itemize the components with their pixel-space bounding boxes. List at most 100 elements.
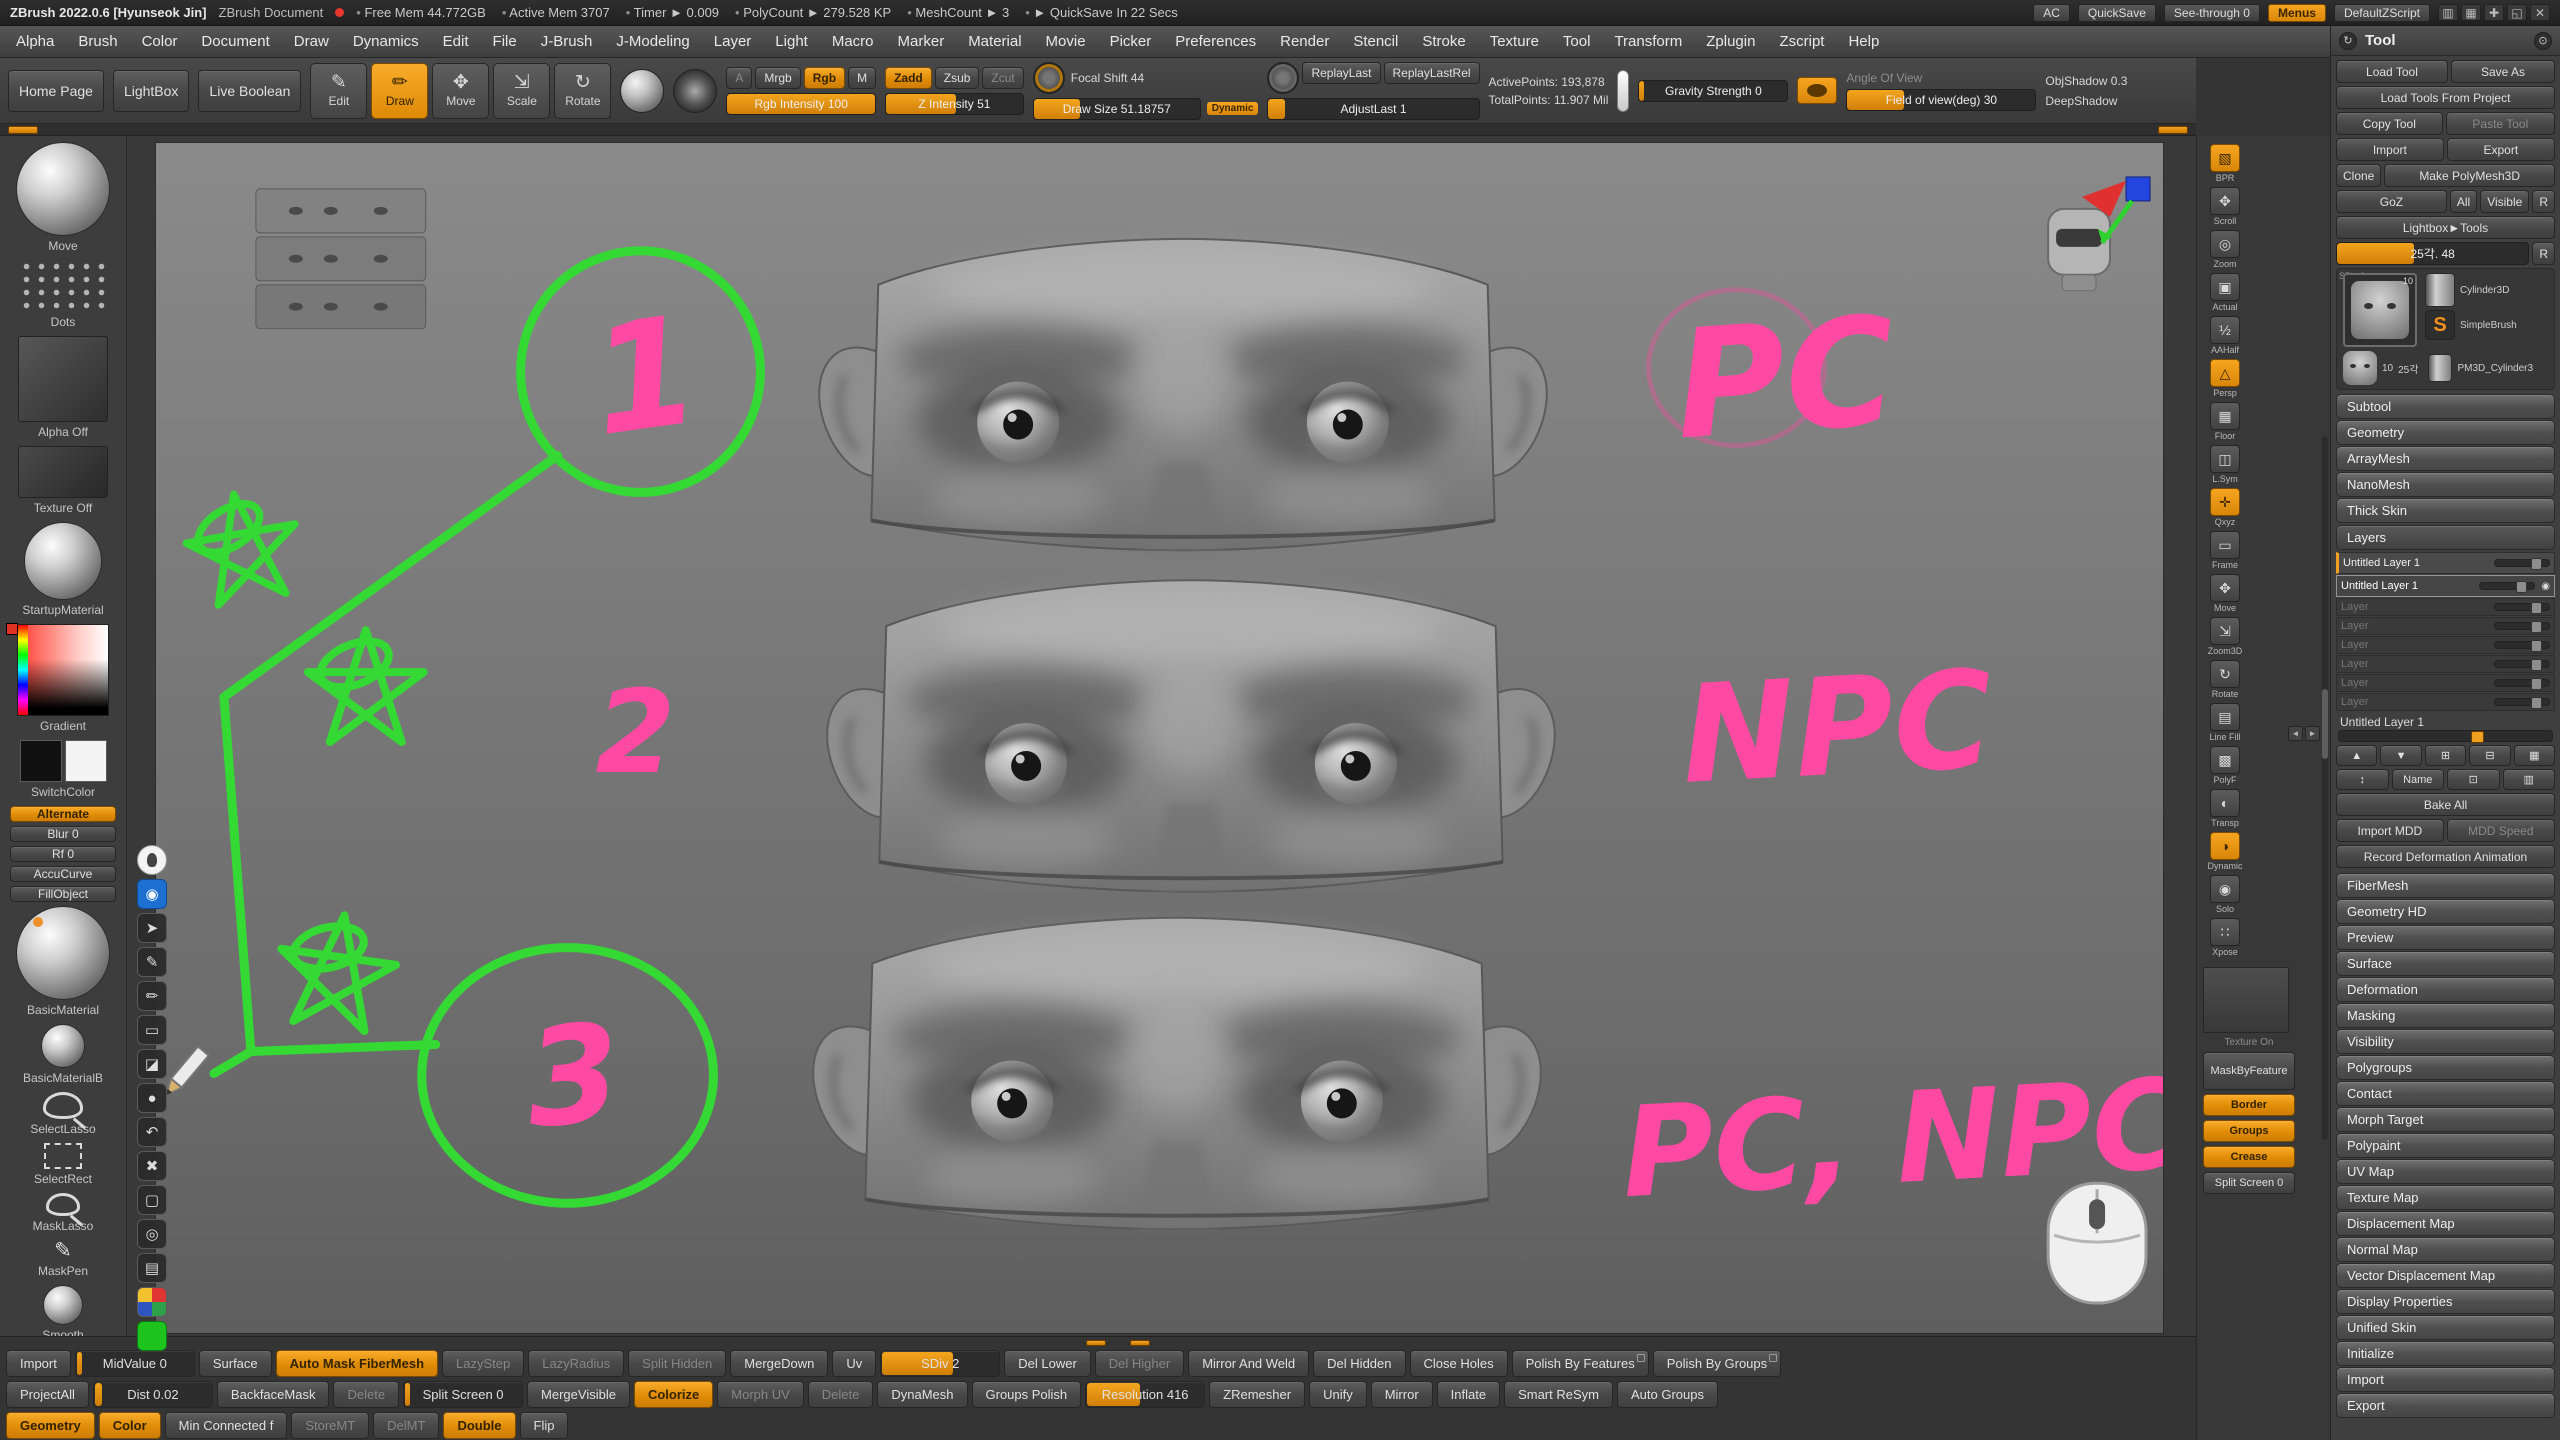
- bottom-button[interactable]: Unify: [1309, 1381, 1367, 1408]
- active-tool-thumbnail[interactable]: 10: [2343, 273, 2417, 347]
- scroll[interactable]: ✥ Scroll: [2203, 187, 2247, 226]
- import-button[interactable]: Import: [2336, 138, 2444, 161]
- divider-grip[interactable]: [8, 126, 38, 134]
- ac-button[interactable]: AC: [2033, 4, 2070, 22]
- clone-button[interactable]: Clone: [2336, 164, 2381, 187]
- palette-section[interactable]: Preview: [2336, 925, 2555, 950]
- load-tool-button[interactable]: Load Tool: [2336, 60, 2448, 83]
- move[interactable]: ✥ Move: [2203, 574, 2247, 613]
- palette-section[interactable]: FiberMesh: [2336, 873, 2555, 898]
- goz-all-button[interactable]: All: [2450, 190, 2477, 213]
- layer-intensity-main-slider[interactable]: [2338, 730, 2553, 742]
- layer-row[interactable]: Layer: [2336, 598, 2555, 616]
- bottom-button[interactable]: Del Hidden: [1313, 1350, 1405, 1377]
- camera-icon[interactable]: [1797, 77, 1837, 104]
- see-through-slider[interactable]: See-through 0: [2164, 4, 2260, 22]
- load-tools-from-project-button[interactable]: Load Tools From Project: [2336, 86, 2555, 109]
- persp[interactable]: △ Persp: [2203, 359, 2247, 398]
- bottom-button[interactable]: ZRemesher: [1209, 1381, 1305, 1408]
- layer-duplicate-icon[interactable]: ⊡: [2447, 769, 2500, 790]
- palette-section[interactable]: Normal Map: [2336, 1237, 2555, 1262]
- mode-button[interactable]: ⇲ Scale: [493, 63, 550, 119]
- palette-menu-icon[interactable]: ↻: [2339, 32, 2357, 50]
- menu-item[interactable]: Document: [189, 26, 281, 57]
- bottom-button[interactable]: StoreMT: [291, 1412, 369, 1439]
- texture-selector[interactable]: Texture Off: [18, 446, 108, 522]
- bottom-button[interactable]: Color: [99, 1412, 161, 1439]
- snapshot-icon[interactable]: ◎: [137, 1219, 167, 1249]
- home-page-button[interactable]: Home Page: [8, 70, 104, 112]
- cursor-icon[interactable]: ➤: [137, 913, 167, 943]
- split-screen-slider[interactable]: Split Screen 0: [2203, 1172, 2295, 1194]
- scroll-left-icon[interactable]: ◄: [2288, 726, 2303, 741]
- bottom-button[interactable]: MergeVisible: [527, 1381, 630, 1408]
- palette-section[interactable]: Deformation: [2336, 977, 2555, 1002]
- bottom-button[interactable]: SDiv 2: [880, 1350, 1000, 1377]
- layer-intensity-slider[interactable]: [2494, 603, 2550, 611]
- menu-item[interactable]: Stroke: [1410, 26, 1477, 57]
- save-as-button[interactable]: Save As: [2451, 60, 2555, 83]
- fov-slider[interactable]: Field of view(deg) 30: [1846, 89, 2036, 111]
- color-picker[interactable]: Gradient: [17, 624, 109, 740]
- bottom-button[interactable]: Split Hidden: [628, 1350, 726, 1377]
- paint-mode-button[interactable]: A: [726, 67, 752, 89]
- divider-grip[interactable]: [1086, 1340, 1106, 1346]
- gradient-color-picker[interactable]: [17, 624, 109, 716]
- menu-item[interactable]: Dynamics: [341, 26, 431, 57]
- bottom-button[interactable]: ProjectAll: [6, 1381, 89, 1408]
- aahalf[interactable]: ½ AAHalf: [2203, 316, 2247, 355]
- palette-section[interactable]: Surface: [2336, 951, 2555, 976]
- palette-section[interactable]: Masking: [2336, 1003, 2555, 1028]
- bottom-button[interactable]: Del Higher: [1095, 1350, 1184, 1377]
- qxyz[interactable]: ✛ Qxyz: [2203, 488, 2247, 527]
- copy-tool-button[interactable]: Copy Tool: [2336, 112, 2443, 135]
- palette-section[interactable]: ArrayMesh: [2336, 446, 2555, 471]
- divider-grip[interactable]: [1130, 1340, 1150, 1346]
- bottom-button[interactable]: Auto Mask FiberMesh: [276, 1350, 438, 1377]
- rgb-intensity-slider[interactable]: Rgb Intensity 100: [726, 93, 876, 115]
- scroll-right-icon[interactable]: ►: [2305, 726, 2320, 741]
- palette-section[interactable]: Polypaint: [2336, 1133, 2555, 1158]
- goz-button[interactable]: GoZ: [2336, 190, 2447, 213]
- color-swatch[interactable]: [137, 1321, 167, 1351]
- bottom-button[interactable]: Delete: [333, 1381, 399, 1408]
- layer-intensity-slider[interactable]: [2494, 698, 2550, 706]
- bottom-button[interactable]: Double: [443, 1412, 515, 1439]
- palette-icon[interactable]: [137, 1287, 167, 1317]
- bottom-button[interactable]: LazyStep: [442, 1350, 524, 1377]
- layer-name-button[interactable]: Name: [2392, 769, 2445, 790]
- clipboard-icon[interactable]: ▤: [137, 1253, 167, 1283]
- floor[interactable]: ▦ Floor: [2203, 402, 2247, 441]
- panel-scrollbar[interactable]: [2322, 436, 2328, 1140]
- bottom-button[interactable]: Min Connected f: [165, 1412, 288, 1439]
- menu-item[interactable]: Texture: [1478, 26, 1551, 57]
- layer-merge-icon[interactable]: ▦: [2514, 745, 2555, 766]
- lightbox-button[interactable]: LightBox: [113, 70, 189, 112]
- palette-section[interactable]: Initialize: [2336, 1341, 2555, 1366]
- tool-slot-pm3d-cylinder[interactable]: PM3D_Cylinder3: [2428, 351, 2533, 385]
- bottom-button[interactable]: Colorize: [634, 1381, 713, 1408]
- fill-object-button[interactable]: FillObject: [10, 886, 116, 902]
- marker-icon[interactable]: ✏: [137, 981, 167, 1011]
- live-boolean-button[interactable]: Live Boolean: [198, 70, 301, 112]
- bottom-button[interactable]: Uv: [832, 1350, 876, 1377]
- bottom-button[interactable]: Import: [6, 1350, 71, 1377]
- line-fill[interactable]: ▤ Line Fill: [2203, 703, 2247, 742]
- lightbox-tools-button[interactable]: Lightbox►Tools: [2336, 216, 2555, 239]
- layer-down-icon[interactable]: ▼: [2380, 745, 2421, 766]
- bake-all-button[interactable]: Bake All: [2336, 793, 2555, 816]
- replay-icon[interactable]: [1267, 62, 1299, 94]
- actual[interactable]: ▣ Actual: [2203, 273, 2247, 312]
- layer-intensity-slider[interactable]: [2494, 559, 2550, 567]
- palette-section[interactable]: Polygroups: [2336, 1055, 2555, 1080]
- bottom-button[interactable]: LazyRadius: [528, 1350, 624, 1377]
- mode-button[interactable]: ✏ Draw: [371, 63, 428, 119]
- deep-shadow-value[interactable]: DeepShadow: [2045, 94, 2117, 108]
- menu-item[interactable]: File: [481, 26, 529, 57]
- record-deformation-button[interactable]: Record Deformation Animation: [2336, 845, 2555, 868]
- bpr[interactable]: ▧ BPR: [2203, 144, 2247, 183]
- accucurve-button[interactable]: AccuCurve: [10, 866, 116, 882]
- palette-section[interactable]: Import: [2336, 1367, 2555, 1392]
- angle-of-view-label[interactable]: Angle Of View: [1846, 71, 2036, 85]
- select-lasso-brush[interactable]: SelectLasso: [30, 1092, 95, 1143]
